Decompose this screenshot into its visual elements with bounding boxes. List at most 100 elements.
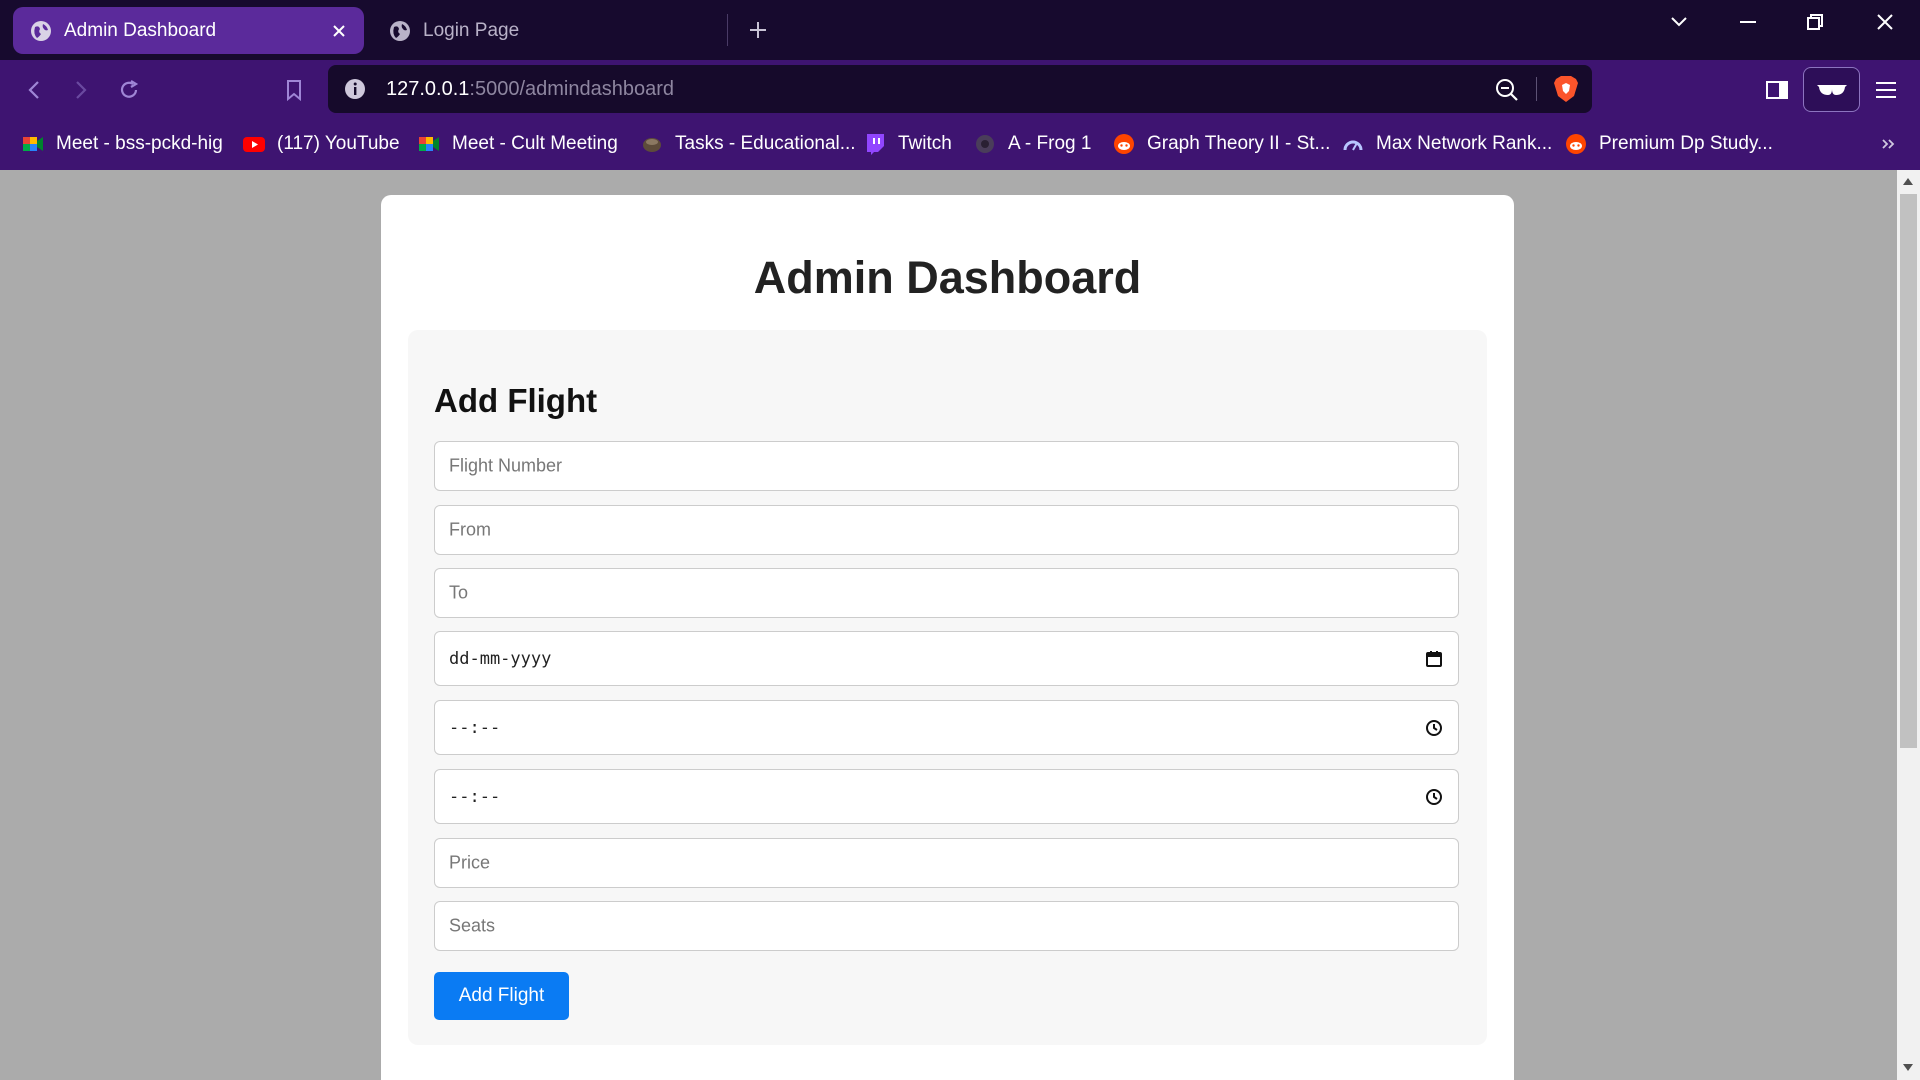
bookmark-label: Tasks - Educational...	[675, 133, 856, 154]
scroll-down-arrow-icon[interactable]	[1903, 1064, 1913, 1071]
bookmark-item[interactable]: Twitch	[864, 130, 952, 158]
google-meet-icon	[23, 137, 43, 151]
scroll-up-arrow-icon[interactable]	[1903, 178, 1913, 185]
tab-bar: Admin Dashboard Login Page	[0, 0, 1920, 60]
dashboard-card: Admin Dashboard Add Flight Flight Number…	[381, 195, 1514, 1080]
tab-label: Login Page	[423, 19, 520, 41]
youtube-icon	[243, 137, 265, 152]
plus-icon	[750, 22, 766, 38]
reload-icon	[120, 80, 139, 98]
tab-admin-dashboard[interactable]: Admin Dashboard	[13, 7, 364, 54]
price-input[interactable]: Price	[434, 838, 1459, 888]
bookmark-label: (117) YouTube	[277, 133, 400, 154]
tab-search-button[interactable]	[1657, 8, 1701, 36]
flight-number-input[interactable]: Flight Number	[434, 441, 1459, 491]
bookmark-label: Graph Theory II - St...	[1147, 133, 1331, 154]
close-icon	[1877, 14, 1893, 30]
time-value: --:--	[449, 717, 501, 738]
placeholder: From	[449, 519, 491, 540]
arrival-time-input[interactable]: --:--	[434, 769, 1459, 824]
minimize-button[interactable]	[1726, 8, 1770, 36]
reddit-icon	[1566, 134, 1586, 154]
tab-divider	[727, 14, 728, 46]
placeholder: To	[449, 582, 469, 603]
url-divider	[1536, 77, 1537, 101]
bookmark-label: Meet - bss-pckd-hig	[56, 133, 223, 154]
bookmark-icon	[287, 80, 301, 101]
new-tab-button[interactable]	[742, 14, 774, 46]
bookmark-label: Twitch	[898, 133, 952, 154]
from-input[interactable]: From	[434, 505, 1459, 555]
globe-icon	[390, 20, 410, 41]
bookmark-item[interactable]: A - Frog 1	[974, 130, 1091, 158]
reddit-icon	[1114, 134, 1134, 154]
sidebar-button[interactable]	[1762, 75, 1792, 105]
close-window-button[interactable]	[1863, 8, 1907, 36]
zoom-out-icon[interactable]	[1494, 77, 1520, 103]
chevron-down-icon	[1671, 17, 1687, 27]
globe-icon	[31, 20, 51, 41]
vertical-scrollbar[interactable]	[1897, 170, 1920, 1080]
bookmark-item[interactable]: Graph Theory II - St...	[1113, 130, 1330, 158]
tab-login-page[interactable]: Login Page	[372, 7, 722, 54]
seats-input[interactable]: Seats	[434, 901, 1459, 951]
bookmarks-bar: Meet - bss-pckd-hig (117) YouTube Meet -…	[0, 118, 1920, 170]
codechef-icon	[643, 138, 661, 152]
tab-label: Admin Dashboard	[64, 19, 217, 41]
google-meet-icon	[419, 137, 439, 151]
clock-icon[interactable]	[1424, 718, 1444, 738]
private-mode-button[interactable]	[1803, 67, 1860, 112]
calendar-icon[interactable]	[1424, 649, 1444, 669]
time-value: --:--	[449, 786, 501, 807]
to-input[interactable]: To	[434, 568, 1459, 618]
sidebar-icon	[1766, 81, 1788, 99]
add-flight-form: Add Flight Flight Number From To dd-mm-y…	[408, 330, 1487, 1045]
leetcode-icon	[1343, 140, 1363, 151]
placeholder: Price	[449, 852, 491, 873]
bookmark-item[interactable]: Meet - bss-pckd-hig	[22, 130, 223, 158]
forward-button[interactable]	[66, 75, 96, 105]
form-heading: Add Flight	[434, 382, 598, 419]
bookmark-label: A - Frog 1	[1008, 133, 1092, 154]
placeholder: Seats	[449, 915, 496, 936]
twitch-icon	[867, 134, 884, 155]
restore-icon	[1807, 14, 1823, 30]
bookmark-item[interactable]: (117) YouTube	[243, 130, 400, 158]
date-value: dd-mm-yyyy	[449, 648, 552, 669]
bookmark-label: Premium Dp Study...	[1599, 133, 1773, 154]
departure-time-input[interactable]: --:--	[434, 700, 1459, 755]
page-title: Admin Dashboard	[753, 252, 1142, 303]
date-input[interactable]: dd-mm-yyyy	[434, 631, 1459, 686]
bookmark-label: Max Network Rank...	[1376, 133, 1553, 154]
menu-button[interactable]	[1871, 75, 1901, 105]
atcoder-icon	[976, 135, 994, 153]
scrollbar-thumb[interactable]	[1900, 194, 1917, 748]
brave-shields-icon[interactable]	[1552, 74, 1580, 104]
forward-arrow-icon	[76, 81, 87, 99]
bookmark-label: Meet - Cult Meeting	[452, 133, 618, 154]
url-path: :5000/admindashboard	[469, 78, 675, 100]
page-viewport: Admin Dashboard Add Flight Flight Number…	[0, 170, 1897, 1080]
url-host: 127.0.0.1	[386, 78, 470, 100]
double-chevron-right-icon	[1882, 139, 1895, 149]
bookmark-item[interactable]: Premium Dp Study...	[1565, 130, 1773, 158]
browser-toolbar: 127.0.0.1:5000/admindashboard	[0, 60, 1920, 118]
back-button[interactable]	[19, 75, 49, 105]
bookmark-button[interactable]	[279, 75, 309, 105]
glasses-icon	[1816, 84, 1847, 95]
url-text: 127.0.0.1:5000/admindashboard	[386, 78, 674, 101]
bookmark-item[interactable]: Tasks - Educational...	[641, 130, 856, 158]
reload-button[interactable]	[114, 75, 144, 105]
minimize-icon	[1740, 21, 1756, 23]
clock-icon[interactable]	[1424, 787, 1444, 807]
bookmark-item[interactable]: Meet - Cult Meeting	[418, 130, 618, 158]
restore-button[interactable]	[1793, 8, 1837, 36]
address-bar[interactable]: 127.0.0.1:5000/admindashboard	[328, 65, 1592, 113]
hamburger-menu-icon	[1876, 82, 1896, 98]
close-tab-icon[interactable]	[324, 16, 354, 46]
site-info-icon[interactable]	[344, 78, 366, 100]
placeholder: Flight Number	[449, 455, 563, 476]
more-bookmarks-button[interactable]	[1876, 130, 1900, 158]
bookmark-item[interactable]: Max Network Rank...	[1342, 130, 1552, 158]
add-flight-button[interactable]: Add Flight	[434, 972, 569, 1020]
